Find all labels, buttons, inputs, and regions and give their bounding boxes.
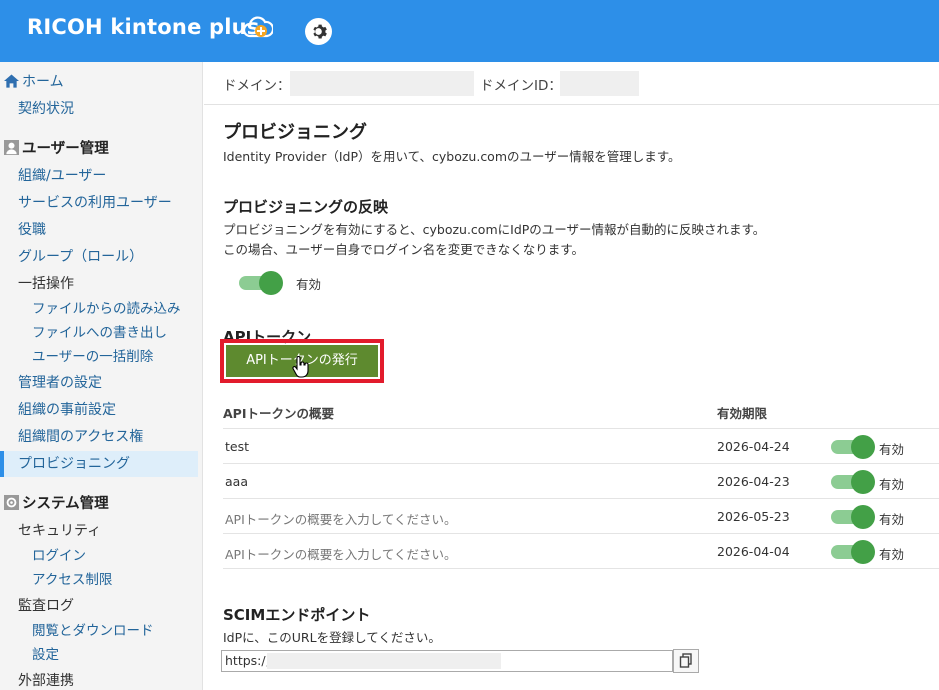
page-title: プロビジョニング — [223, 122, 367, 143]
reflect-description-1: プロビジョニングを有効にすると、cybozu.comにIdPのユーザー情報が自動… — [223, 222, 766, 237]
sidebar-section-label: ユーザー管理 — [22, 141, 109, 157]
copy-url-button[interactable] — [673, 649, 699, 673]
token-toggle-label: 有効 — [879, 547, 905, 562]
sidebar-item-label: ホーム — [22, 74, 64, 90]
token-expiry: 2026-04-24 — [717, 439, 790, 454]
main-content: ドメイン： ドメインID： プロビジョニング Identity Provider… — [204, 62, 939, 690]
sidebar-item-contract[interactable]: 契約状況 — [0, 96, 198, 122]
copy-icon — [679, 653, 692, 668]
sidebar-item-audit-settings[interactable]: 設定 — [0, 642, 198, 668]
col-summary-header: APIトークンの概要 — [223, 406, 334, 421]
token-toggle-label: 有効 — [879, 442, 905, 457]
sidebar-item-org-access[interactable]: 組織間のアクセス権 — [0, 424, 198, 450]
domain-id-value — [560, 71, 639, 96]
provisioning-toggle[interactable] — [239, 271, 283, 295]
sidebar-item-view-download[interactable]: 閲覧とダウンロード — [0, 618, 198, 644]
token-toggle-label: 有効 — [879, 512, 905, 527]
sidebar-item-service-users[interactable]: サービスの利用ユーザー — [0, 190, 198, 216]
sidebar-item-export[interactable]: ファイルへの書き出し — [0, 320, 198, 346]
sidebar-item-external: 外部連携 — [18, 673, 74, 689]
token-toggle[interactable] — [831, 435, 875, 459]
scim-title: SCIMエンドポイント — [223, 606, 371, 624]
domain-label: ドメイン： — [223, 78, 291, 94]
sidebar-item-login[interactable]: ログイン — [0, 543, 198, 569]
token-summary[interactable]: aaa — [225, 474, 248, 489]
sidebar-item-home[interactable]: ホーム — [0, 69, 198, 95]
token-toggle[interactable] — [831, 470, 875, 494]
user-icon — [4, 140, 19, 155]
domain-id-label: ドメインID： — [480, 78, 562, 94]
hand-cursor-icon — [292, 356, 309, 378]
sidebar-item-audit: 監査ログ — [18, 598, 74, 614]
sidebar-item-groups[interactable]: グループ（ロール） — [0, 244, 198, 270]
sidebar-section-system: システム管理 — [0, 491, 198, 517]
sidebar-item-provisioning[interactable]: プロビジョニング — [0, 451, 198, 477]
token-expiry: 2026-05-23 — [717, 509, 790, 524]
page-description: Identity Provider（IdP）を用いて、cybozu.comのユー… — [223, 149, 681, 164]
reflect-description-2: この場合、ユーザー自身でログイン名を変更できなくなります。 — [223, 242, 585, 257]
token-summary[interactable]: test — [225, 439, 249, 454]
scim-url-masked — [267, 653, 501, 669]
sidebar-section-label: システム管理 — [22, 496, 109, 512]
sidebar-item-org-pre[interactable]: 組織の事前設定 — [0, 397, 198, 423]
sidebar-section-user: ユーザー管理 — [0, 136, 198, 162]
sidebar: ホーム 契約状況 ユーザー管理 組織/ユーザー サービスの利用ユーザー 役職 グ… — [0, 62, 203, 690]
sidebar-item-security: セキュリティ — [18, 523, 102, 539]
sidebar-item-access-limit[interactable]: アクセス制限 — [0, 567, 198, 593]
reflect-title: プロビジョニングの反映 — [223, 198, 389, 216]
domain-bar: ドメイン： ドメインID： — [204, 62, 939, 105]
token-summary[interactable]: APIトークンの概要を入力してください。 — [225, 509, 457, 528]
sidebar-item-bulk: 一括操作 — [18, 276, 74, 292]
header-bar: RICOH kintone plus — [0, 0, 939, 62]
gear-box-icon — [4, 495, 19, 510]
provisioning-toggle-label: 有効 — [296, 277, 322, 292]
gear-icon — [313, 24, 327, 39]
scim-description: IdPに、このURLを登録してください。 — [223, 630, 441, 645]
sidebar-item-org-users[interactable]: 組織/ユーザー — [0, 163, 198, 189]
brand-title: RICOH kintone plus — [27, 15, 260, 39]
home-icon — [4, 74, 19, 88]
sidebar-item-bulk-delete[interactable]: ユーザーの一括削除 — [0, 344, 198, 370]
sidebar-item-import[interactable]: ファイルからの読み込み — [0, 296, 198, 322]
cloud-plus-icon — [243, 16, 273, 38]
settings-button[interactable] — [305, 18, 332, 45]
token-summary[interactable]: APIトークンの概要を入力してください。 — [225, 544, 457, 563]
token-expiry: 2026-04-04 — [717, 544, 790, 559]
domain-value — [290, 71, 474, 96]
sidebar-item-admin-settings[interactable]: 管理者の設定 — [0, 370, 198, 396]
token-toggle[interactable] — [831, 540, 875, 564]
sidebar-item-roles[interactable]: 役職 — [0, 217, 198, 243]
col-expiry-header: 有効期限 — [717, 406, 768, 421]
token-toggle[interactable] — [831, 505, 875, 529]
token-toggle-label: 有効 — [879, 477, 905, 492]
token-expiry: 2026-04-23 — [717, 474, 790, 489]
